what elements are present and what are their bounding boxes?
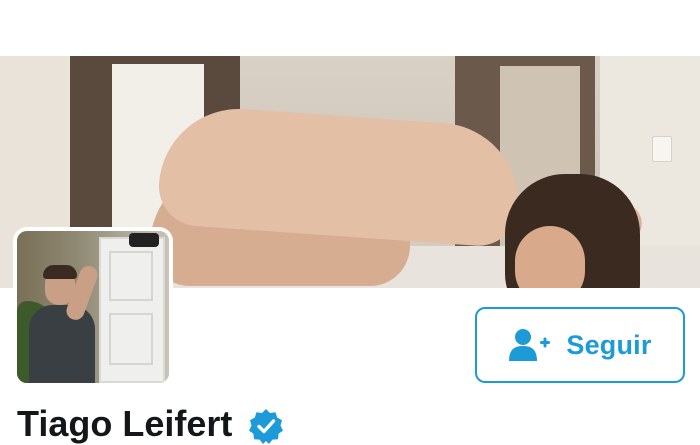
avatar-person-hair (43, 265, 77, 279)
avatar[interactable] (17, 231, 169, 383)
avatar-lamp (129, 233, 159, 247)
avatar-person-shirt (29, 305, 95, 383)
avatar-door-panel (109, 313, 153, 365)
follow-button[interactable]: Seguir (475, 307, 685, 383)
cover-light-switch (652, 136, 672, 162)
add-user-icon (509, 329, 551, 361)
avatar-door-panel (109, 251, 153, 301)
profile-display-name: Tiago Leifert (17, 403, 233, 444)
top-blank-area (0, 0, 700, 56)
verified-badge-icon (249, 409, 283, 444)
cover-figure-face (515, 226, 585, 288)
follow-button-label: Seguir (566, 329, 652, 360)
